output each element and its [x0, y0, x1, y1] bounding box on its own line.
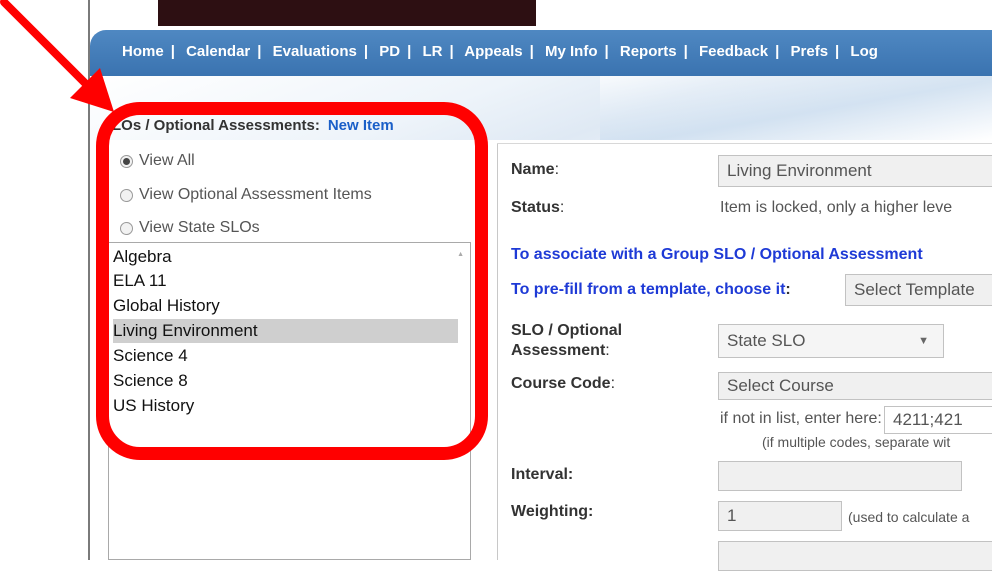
not-in-list-text: if not in list, enter here: [720, 410, 882, 427]
associate-group-slo-text: To associate with a Group SLO / Optional… [511, 246, 923, 263]
nav-separator: | [835, 43, 840, 60]
nav-feedback[interactable]: Feedback [699, 43, 768, 60]
next-field-input[interactable] [718, 541, 992, 571]
nav-evaluations[interactable]: Evaluations [273, 43, 357, 60]
radio-unchecked-icon[interactable] [120, 188, 133, 202]
nav-separator: | [604, 43, 609, 60]
name-label: Name: [511, 161, 560, 178]
slo-listbox[interactable]: Algebra ELA 11 Global History Living Env… [108, 242, 471, 560]
weighting-input[interactable]: 1 [718, 501, 842, 531]
interval-input[interactable] [718, 461, 962, 491]
nav-separator: | [257, 43, 262, 60]
status-label: Status: [511, 199, 565, 216]
multiple-codes-hint: (if multiple codes, separate wit [762, 434, 951, 450]
list-item-ela-11[interactable]: ELA 11 [113, 269, 167, 293]
course-code-label: Course Code: [511, 375, 616, 392]
weighting-hint: (used to calculate a [848, 509, 970, 525]
dropdown-arrow-icon: ▼ [918, 335, 929, 347]
list-item-algebra[interactable]: Algebra [113, 245, 172, 269]
nav-calendar[interactable]: Calendar [186, 43, 250, 60]
nav-appeals[interactable]: Appeals [464, 43, 522, 60]
nav-pd[interactable]: PD [379, 43, 400, 60]
slo-optional-label: SLO / Optional Assessment: [511, 322, 623, 359]
nav-separator: | [363, 43, 369, 60]
slo-type-select[interactable]: State SLO ▼ [718, 324, 944, 358]
header-swoosh-accent [600, 76, 992, 140]
status-value: Item is locked, only a higher leve [720, 199, 953, 216]
main-navbar: Home | Calendar | Evaluations | PD | LR | App… [90, 30, 992, 76]
radio-checked-icon[interactable] [120, 154, 133, 168]
list-item-science-4[interactable]: Science 4 [113, 344, 188, 368]
nav-separator: | [775, 43, 780, 60]
weighting-label: Weighting: [511, 503, 594, 520]
left-panel-title: LOs / Optional Assessments: [112, 117, 320, 134]
nav-my-info[interactable]: My Info [545, 43, 598, 60]
panel-divider [497, 143, 498, 560]
left-panel-header: LOs / Optional Assessments: New Item [112, 117, 394, 134]
radio-unchecked-icon[interactable] [120, 221, 133, 235]
new-item-link[interactable]: New Item [328, 117, 394, 134]
nav-lr[interactable]: LR [422, 43, 442, 60]
nav-separator: | [449, 43, 454, 60]
arrow-annotation-icon [0, 0, 114, 112]
radio-view-all[interactable]: View All [120, 152, 195, 170]
nav-separator: | [407, 43, 412, 60]
radio-view-state-slos[interactable]: View State SLOs [120, 219, 260, 237]
prefill-template-text: To pre-fill from a template, choose it: [511, 281, 791, 298]
nav-reports[interactable]: Reports [620, 43, 677, 60]
name-input[interactable]: Living Environment [718, 155, 992, 187]
radio-view-optional[interactable]: View Optional Assessment Items [120, 186, 372, 204]
nav-prefs[interactable]: Prefs [791, 43, 829, 60]
nav-separator: | [529, 43, 534, 60]
radio-label: View All [139, 152, 195, 169]
header-banner [158, 0, 536, 26]
course-select[interactable]: Select Course [718, 372, 992, 400]
course-code-input[interactable]: 4211;421 [884, 406, 992, 434]
radio-label: View State SLOs [139, 219, 260, 236]
radio-label: View Optional Assessment Items [139, 186, 372, 203]
nav-logout[interactable]: Log [850, 43, 878, 60]
list-item-us-history[interactable]: US History [113, 394, 194, 418]
form-top-border [497, 143, 992, 144]
list-item-global-history[interactable]: Global History [113, 294, 220, 318]
template-select[interactable]: Select Template [845, 274, 992, 306]
nav-separator: | [683, 43, 688, 60]
scroll-up-arrow-icon[interactable]: ▲ [457, 251, 464, 258]
list-item-science-8[interactable]: Science 8 [113, 369, 188, 393]
interval-label: Interval: [511, 466, 574, 483]
slo-type-value: State SLO [727, 331, 806, 350]
list-item-living-environment[interactable]: Living Environment [113, 319, 458, 343]
nav-items: Home | Calendar | Evaluations | PD | LR | App… [122, 43, 878, 60]
nav-separator: | [170, 43, 175, 60]
